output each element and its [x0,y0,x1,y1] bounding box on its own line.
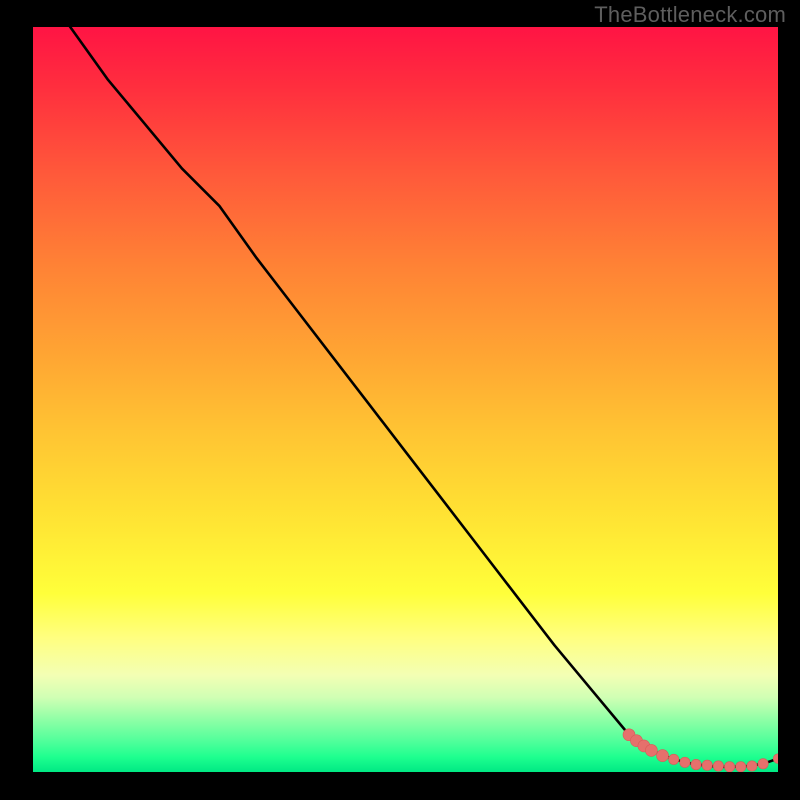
plot-overlay [33,27,778,772]
data-marker [724,762,734,772]
data-marker [645,744,657,756]
bottleneck-curve-line [33,27,778,767]
data-marker [657,750,669,762]
data-marker [773,754,778,764]
watermark-text: TheBottleneck.com [594,2,786,28]
chart-frame: TheBottleneck.com [0,0,800,800]
data-marker [713,761,723,771]
data-marker [747,761,757,771]
data-marker [691,759,701,769]
data-marker [702,760,712,770]
data-marker [758,759,768,769]
data-marker [736,762,746,772]
data-marker [680,757,690,767]
data-markers [623,729,778,772]
data-marker [669,754,679,764]
